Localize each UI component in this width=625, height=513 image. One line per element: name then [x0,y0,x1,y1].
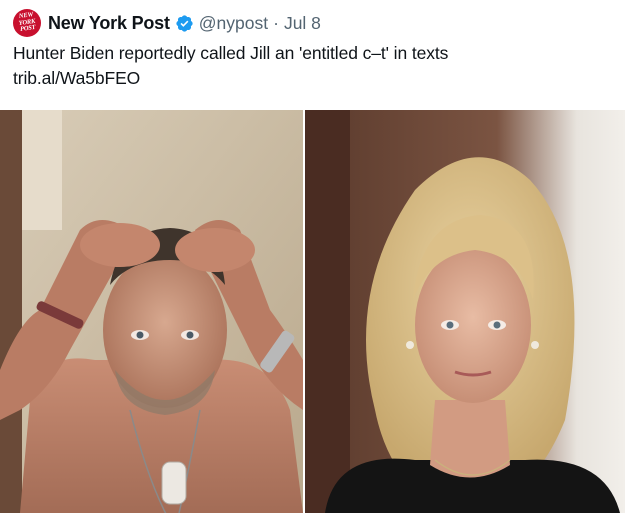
tweet-body: Hunter Biden reportedly called Jill an '… [13,41,448,91]
tweet-card[interactable]: NEW YORK POST New York Post @nypost · Ju… [0,0,625,513]
tweet-header: NEW YORK POST New York Post @nypost · Ju… [13,9,321,37]
author-avatar[interactable]: NEW YORK POST [13,9,41,37]
photo-shirtless-man-icon[interactable] [0,110,303,513]
header-separator: · [273,12,279,33]
tweet-link[interactable]: trib.al/Wa5bFEO [13,66,448,91]
tweet-date[interactable]: Jul 8 [284,13,321,34]
verified-badge-icon [175,14,194,33]
avatar-logo-text: NEW YORK POST [18,11,36,34]
photo-blonde-woman-icon[interactable] [305,110,625,513]
author-name[interactable]: New York Post [48,13,170,34]
tweet-text: Hunter Biden reportedly called Jill an '… [13,43,449,63]
author-handle[interactable]: @nypost [199,13,268,34]
tweet-media [0,110,625,513]
